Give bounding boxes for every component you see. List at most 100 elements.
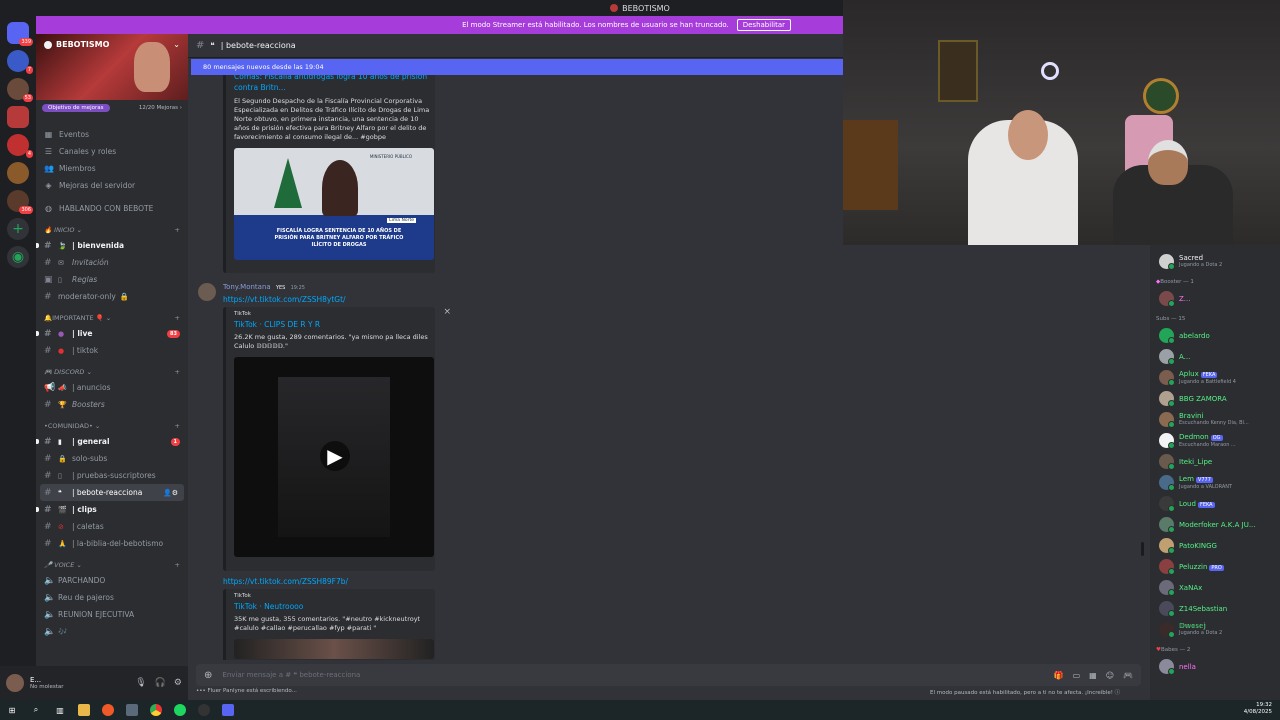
channel-bebote-reacciona[interactable]: # ❝ | bebote-reacciona 👤⚙ [40, 484, 184, 501]
member-item[interactable]: BBG ZAMORA [1150, 388, 1280, 409]
channel-solo-subs[interactable]: # 🔒 solo-subs [36, 450, 188, 467]
spotify-icon[interactable] [174, 704, 186, 716]
scrollbar[interactable] [1141, 542, 1144, 556]
category-voice[interactable]: 🎤 VOICE ⌄ + [36, 558, 188, 572]
member-item[interactable]: Bravini Escuchando Kenny Dia, Bl... [1150, 409, 1280, 430]
author-name[interactable]: Tony.Montana [223, 283, 271, 291]
avatar[interactable] [198, 283, 216, 301]
member-item[interactable]: PatoKINGG [1150, 535, 1280, 556]
boost-goal[interactable]: Objetivo de mejoras 12/20 Mejoras › [36, 100, 188, 116]
add-server-icon[interactable]: + [7, 218, 29, 240]
channel-caletas[interactable]: # ⊘ | caletas [36, 518, 188, 535]
add-channel-icon[interactable]: + [175, 226, 180, 234]
member-item[interactable]: Iteki_Lipe [1150, 451, 1280, 472]
discover-icon[interactable]: ◉ [7, 246, 29, 268]
system-clock[interactable]: 19:32 4/08/2025 [1244, 702, 1272, 716]
member-item[interactable]: A... [1150, 346, 1280, 367]
direct-messages-icon[interactable]: 339 [7, 22, 33, 46]
channel-clips[interactable]: # 🎬 | clips [36, 501, 188, 518]
category-comunidad[interactable]: •COMUNIDAD• ⌄ + [36, 419, 188, 433]
add-attachment-icon[interactable]: ⊕ [204, 670, 212, 681]
gift-icon[interactable]: 🎁 [1054, 671, 1064, 680]
server-banner[interactable]: BEBOTISMO ⌄ [36, 34, 188, 100]
close-icon[interactable]: × [443, 307, 451, 317]
channel-live[interactable]: # ● | live 83 [36, 325, 188, 342]
discord-icon[interactable] [222, 704, 234, 716]
member-item[interactable]: Z14Sebastian [1150, 598, 1280, 619]
obs-icon[interactable] [198, 704, 210, 716]
server-icon[interactable]: 306 [7, 190, 33, 214]
member-item[interactable]: abelardo [1150, 325, 1280, 346]
server-icon[interactable]: 4 [7, 134, 33, 158]
headphones-icon[interactable]: 🎧 [155, 678, 166, 688]
menu-events[interactable]: ▦ Eventos [44, 126, 180, 143]
embed-title[interactable]: TikTok · Neutroooo [234, 601, 427, 612]
category-importante[interactable]: 🔔IMPORTANTE 🎈 ⌄ + [36, 311, 188, 325]
message-composer[interactable]: ⊕ Enviar mensaje a # ❝ bebote-reacciona … [196, 664, 1141, 686]
video-player[interactable]: ▶ [234, 357, 434, 557]
member-item[interactable]: Dedmon OG Escuchando Maraon ... [1150, 430, 1280, 451]
brave-icon[interactable] [102, 704, 114, 716]
channel-general[interactable]: # ▮ | general 1 [36, 433, 188, 450]
channel-bienvenida[interactable]: # 🍃 | bienvenida [36, 237, 188, 254]
message-link[interactable]: https://vt.tiktok.com/ZSSH89F7b/ [223, 577, 348, 586]
member-item[interactable]: Peluzzin PRO [1150, 556, 1280, 577]
member-item[interactable]: Sacred Jugando a Dota 2 [1150, 251, 1280, 272]
emoji-icon[interactable]: ☺ [1106, 671, 1114, 680]
server-icon-active[interactable] [7, 106, 29, 128]
server-icon[interactable]: 7 [7, 50, 33, 74]
server-icon[interactable]: 53 [7, 78, 33, 102]
member-item[interactable]: Loud FEKA [1150, 493, 1280, 514]
channel-invitacion[interactable]: # ✉ Invitación [36, 254, 188, 271]
menu-boosts[interactable]: ◈ Mejoras del servidor [44, 177, 180, 194]
voice-parchando[interactable]: 🔈 PARCHANDO [36, 572, 188, 589]
file-explorer-icon[interactable] [78, 704, 90, 716]
member-item[interactable]: nella [1150, 656, 1280, 677]
channel-boosters[interactable]: # 🏆 Boosters [36, 396, 188, 413]
channel-reglas[interactable]: ▣ ▯ Reglas [36, 271, 188, 288]
voice-reunion[interactable]: 🔈 REUNION EJECUTIVA [36, 606, 188, 623]
play-icon[interactable]: ▶ [320, 441, 350, 471]
category-discord[interactable]: 🎮 DISCORD ⌄ + [36, 365, 188, 379]
sticker-icon[interactable]: ▦ [1089, 671, 1097, 680]
voice-channel-hablando[interactable]: ◍ HABLANDO CON BEBOTE [36, 200, 188, 217]
member-item[interactable]: 𝔻𝕨𝕠𝕤𝕖𝕛 Jugando a Dota 2 [1150, 619, 1280, 640]
embed-title[interactable]: TikTok · CLIPS DE R Y R [234, 319, 427, 330]
windows-start-icon[interactable]: ⊞ [6, 704, 18, 716]
avatar[interactable] [6, 674, 24, 692]
member-item[interactable]: Lem V777 Jugando a VALORANT [1150, 472, 1280, 493]
embed-title[interactable]: Comas: Fiscalía antidrogas logra 10 años… [234, 75, 430, 93]
search-icon[interactable]: ⌕ [30, 704, 42, 716]
member-item[interactable]: Z... [1150, 288, 1280, 309]
chevron-down-icon[interactable]: ⌄ [173, 40, 180, 49]
channel-pruebas[interactable]: # ▯ | pruebas-suscriptores [36, 467, 188, 484]
member-item[interactable]: Moderfoker A.K.A JU... [1150, 514, 1280, 535]
channel-biblia[interactable]: # 🙏 | la-biblia-del-bebotismo [36, 535, 188, 552]
video-thumbnail[interactable] [234, 639, 434, 659]
menu-members[interactable]: 👥 Miembros [44, 160, 180, 177]
invite-icon[interactable]: 👤⚙ [163, 489, 178, 497]
add-channel-icon[interactable]: + [175, 368, 180, 376]
member-item[interactable]: XaNAx [1150, 577, 1280, 598]
channel-moderator[interactable]: # moderator-only 🔒 [36, 288, 188, 305]
embed-image[interactable]: MINISTERIO PÚBLICO Lima Norte FISCALÍA L… [234, 148, 434, 260]
new-messages-bar[interactable]: 80 mensajes nuevos desde las 19:04 [191, 59, 843, 75]
category-inicio[interactable]: 🔥 INICIO ⌄ + [36, 223, 188, 237]
store-icon[interactable] [126, 704, 138, 716]
channel-tiktok[interactable]: # ● | tiktok [36, 342, 188, 359]
menu-channels-roles[interactable]: ☰ Canales y roles [44, 143, 180, 160]
voice-other[interactable]: 🔈 🎶 [36, 623, 188, 640]
add-channel-icon[interactable]: + [175, 561, 180, 569]
task-view-icon[interactable]: ▥ [54, 704, 66, 716]
disable-streamer-button[interactable]: Deshabilitar [736, 19, 791, 31]
gear-icon[interactable]: ⚙ [174, 678, 182, 688]
chrome-icon[interactable] [150, 704, 162, 716]
message-link[interactable]: https://vt.tiktok.com/ZSSH8ytGt/ [223, 295, 346, 304]
add-channel-icon[interactable]: + [175, 422, 180, 430]
server-icon[interactable] [7, 162, 29, 184]
member-item[interactable]: Aplux FEKA Jugando a Battlefield 4 [1150, 367, 1280, 388]
gif-icon[interactable]: ▭ [1073, 671, 1081, 680]
activities-icon[interactable]: 🎮 [1123, 671, 1133, 680]
channel-anuncios[interactable]: 📢 📣 | anuncios [36, 379, 188, 396]
voice-reu[interactable]: 🔈 Reu de pajeros [36, 589, 188, 606]
